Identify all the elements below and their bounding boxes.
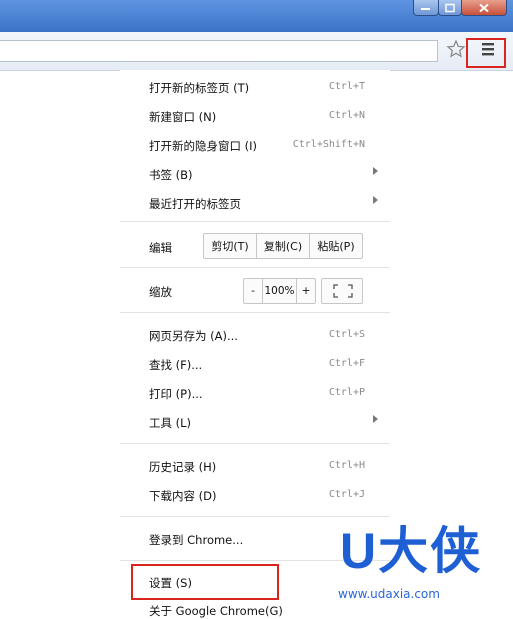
zoom-out-button[interactable]: - xyxy=(244,279,262,303)
edit-button-group: 剪切(T) 复制(C) 粘贴(P) xyxy=(203,233,363,259)
settings-highlight xyxy=(131,564,279,600)
menu-item-new-window[interactable]: 新建窗口 (N) xyxy=(149,109,216,125)
minimize-icon xyxy=(421,7,430,10)
menu-item-print[interactable]: 打印 (P)... xyxy=(149,386,203,402)
menu-separator xyxy=(120,221,390,222)
menu-item-about[interactable]: 关于 Google Chrome(G) xyxy=(149,603,283,619)
menu-separator xyxy=(120,312,390,313)
shortcut-history: Ctrl+H xyxy=(328,460,365,471)
zoom-control: - 100% + xyxy=(243,278,316,304)
watermark-url: www.udaxia.com xyxy=(338,587,440,601)
menu-item-new-tab[interactable]: 打开新的标签页 (T) xyxy=(149,80,249,96)
menu-separator xyxy=(120,443,390,444)
watermark: U大侠 www.udaxia.com xyxy=(338,522,513,615)
minimize-button[interactable] xyxy=(413,0,439,16)
paste-button[interactable]: 粘贴(P) xyxy=(309,234,362,258)
shortcut-incognito: Ctrl+Shift+N xyxy=(292,139,365,150)
menu-item-history[interactable]: 历史记录 (H) xyxy=(149,459,216,475)
submenu-arrow-icon xyxy=(373,167,378,175)
watermark-logo: U大侠 xyxy=(340,523,483,579)
shortcut-new-window: Ctrl+N xyxy=(328,110,365,121)
submenu-arrow-icon xyxy=(373,196,378,204)
menu-item-downloads[interactable]: 下载内容 (D) xyxy=(149,488,216,504)
fullscreen-icon xyxy=(333,284,353,298)
shortcut-save-as: Ctrl+S xyxy=(328,329,365,340)
menu-item-recent-tabs[interactable]: 最近打开的标签页 xyxy=(149,196,241,212)
close-icon xyxy=(479,3,489,12)
shortcut-downloads: Ctrl+J xyxy=(328,489,365,500)
close-button[interactable] xyxy=(461,0,507,16)
copy-button[interactable]: 复制(C) xyxy=(256,234,309,258)
menu-item-bookmarks[interactable]: 书签 (B) xyxy=(149,167,193,183)
bookmark-star-icon xyxy=(446,39,466,58)
zoom-in-button[interactable]: + xyxy=(297,279,315,303)
menu-item-find[interactable]: 查找 (F)... xyxy=(149,357,202,373)
zoom-level: 100% xyxy=(262,279,297,303)
menu-item-tools[interactable]: 工具 (L) xyxy=(149,415,191,431)
fullscreen-button[interactable] xyxy=(321,278,363,304)
window-titlebar xyxy=(0,0,513,32)
submenu-arrow-icon xyxy=(373,415,378,423)
menu-item-incognito[interactable]: 打开新的隐身窗口 (I) xyxy=(149,138,257,154)
menu-separator xyxy=(120,267,390,268)
browser-toolbar xyxy=(0,32,513,71)
menu-item-signin[interactable]: 登录到 Chrome... xyxy=(149,532,243,548)
shortcut-find: Ctrl+F xyxy=(328,358,365,369)
menu-item-save-as[interactable]: 网页另存为 (A)... xyxy=(149,328,238,344)
bookmark-star-button[interactable] xyxy=(446,39,466,59)
edit-label: 编辑 xyxy=(149,241,172,255)
shortcut-print: Ctrl+P xyxy=(328,387,365,398)
maximize-icon xyxy=(445,3,455,12)
menu-button-highlight xyxy=(466,38,506,68)
maximize-button[interactable] xyxy=(438,0,462,16)
zoom-label: 缩放 xyxy=(149,285,172,299)
menu-separator xyxy=(120,516,390,517)
cut-button[interactable]: 剪切(T) xyxy=(204,234,256,258)
shortcut-new-tab: Ctrl+T xyxy=(328,81,365,92)
address-bar[interactable] xyxy=(0,40,438,62)
